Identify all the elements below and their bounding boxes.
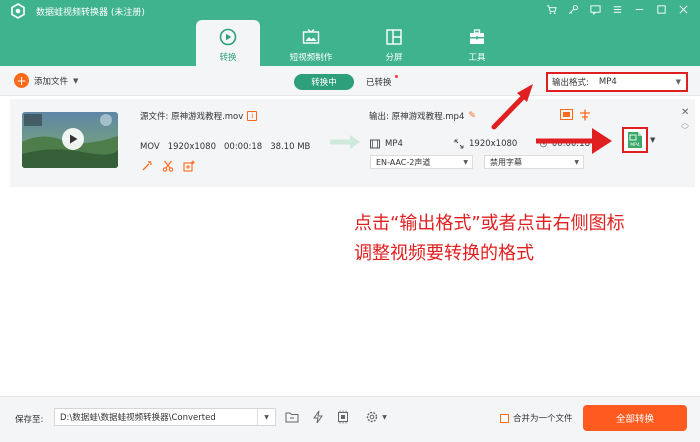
add-icon: + <box>14 73 29 88</box>
mp4-file-icon: MP4 <box>628 132 642 148</box>
chevron-down-icon: ▼ <box>675 78 681 86</box>
annotation-text: 点击“输出格式”或者点击右侧图标 调整视频要转换的格式 <box>354 209 625 269</box>
cart-icon[interactable] <box>544 2 558 16</box>
clock-icon <box>540 140 547 148</box>
resize-icon <box>454 139 464 149</box>
convert-all-button[interactable]: 全部转换 <box>583 405 687 431</box>
convert-icon <box>219 28 237 46</box>
effects-icon[interactable] <box>141 160 153 172</box>
output-format-select[interactable]: 输出格式: MP4 ▼ <box>546 72 688 92</box>
source-file-name: 源文件: 原神游戏教程.mov <box>140 112 244 122</box>
convert-arrow-icon <box>330 135 360 149</box>
video-thumbnail[interactable] <box>22 112 118 168</box>
tab-converting[interactable]: 转换中 <box>294 74 354 90</box>
add-file-button[interactable]: + 添加文件 ▼ <box>14 73 78 88</box>
source-format: MOV <box>140 142 160 152</box>
play-icon[interactable] <box>62 128 84 150</box>
chevron-down-icon: ▼ <box>257 409 275 425</box>
output-meta: MP4 1920x1080 00:00:18 <box>370 139 590 149</box>
output-resolution: 1920x1080 <box>469 139 518 149</box>
key-icon[interactable] <box>566 2 580 16</box>
convert-toolbar: + 添加文件 ▼ 转换中 已转换 输出格式: MP4 ▼ <box>0 66 700 96</box>
edit-tools <box>141 160 195 172</box>
chevron-down-icon[interactable]: ▼ <box>73 77 78 85</box>
format-icon-button[interactable]: MP4 <box>622 127 648 153</box>
tab-short-video-label: 短视频制作 <box>289 53 333 63</box>
output-duration: 00:00:18 <box>551 139 590 149</box>
annotation-line-2: 调整视频要转换的格式 <box>354 243 534 264</box>
bottom-bar: 保存至: D:\数据蛙\数据蛙视频转换器\Converted ▼ ▼ 合并为一个… <box>0 396 700 442</box>
reorder-arrows[interactable]: ︿ ﹀ <box>681 119 689 135</box>
output-format-value: MP4 <box>598 77 617 87</box>
source-file: 源文件: 原神游戏教程.mov i <box>140 110 258 122</box>
source-size: 38.10 MB <box>270 142 311 152</box>
chevron-down-icon[interactable]: ▼ <box>650 136 655 144</box>
edit-icon[interactable] <box>183 160 195 172</box>
app-logo-icon <box>11 3 25 19</box>
toolbox-icon <box>468 28 486 46</box>
file-item: 源文件: 原神游戏教程.mov i MOV 1920x1080 00:00:18… <box>10 99 695 187</box>
output-format-label: 输出格式: <box>552 78 589 88</box>
tab-tools-label: 工具 <box>468 53 486 63</box>
chevron-down-icon: ▼ <box>463 158 468 166</box>
notification-dot <box>395 75 398 78</box>
tv-icon <box>302 28 320 46</box>
window-controls <box>544 2 690 16</box>
cut-icon[interactable] <box>162 160 174 172</box>
film-icon <box>370 139 380 149</box>
tab-converted[interactable]: 已转换 <box>366 76 392 88</box>
output-format: MP4 <box>385 139 403 149</box>
subtitle-value: 禁用字幕 <box>490 157 522 167</box>
settings-icon[interactable]: ▼ <box>361 409 391 425</box>
merge-checkbox[interactable] <box>500 413 509 423</box>
close-icon[interactable] <box>676 2 690 16</box>
chevron-down-icon: ▼ <box>574 158 579 166</box>
merge-icon[interactable] <box>579 109 591 124</box>
feedback-icon[interactable] <box>588 2 602 16</box>
source-meta: MOV 1920x1080 00:00:18 38.10 MB <box>140 142 310 152</box>
menu-icon[interactable] <box>610 2 624 16</box>
save-to-label: 保存至: <box>15 415 44 425</box>
output-tools <box>560 109 591 124</box>
add-file-label: 添加文件 <box>34 76 69 87</box>
minimize-icon[interactable] <box>632 2 646 16</box>
chevron-down-icon: ▼ <box>382 413 387 421</box>
source-resolution: 1920x1080 <box>167 142 216 152</box>
output-file-name: 输出: 原神游戏教程.mp4 <box>369 112 465 122</box>
compress-icon[interactable] <box>560 109 573 124</box>
format-icon-text: MP4 <box>630 142 640 148</box>
remove-file-icon[interactable]: ✕ <box>681 107 689 118</box>
output-file: 输出: 原神游戏教程.mp4 ✎ <box>369 110 476 122</box>
save-path-value: D:\数据蛙\数据蛙视频转换器\Converted <box>60 413 216 423</box>
output-resolution-info: 1920x1080 <box>454 139 540 149</box>
output-format-info: MP4 <box>370 139 454 149</box>
maximize-icon[interactable] <box>654 2 668 16</box>
merge-label: 合并为一个文件 <box>513 414 573 424</box>
gpu-icon[interactable] <box>335 409 351 425</box>
split-screen-icon <box>385 28 403 46</box>
rename-icon[interactable]: ✎ <box>468 111 476 121</box>
app-title: 数据蛙视频转换器 (未注册) <box>36 8 145 18</box>
audio-track-select[interactable]: EN-AAC-2声道 ▼ <box>370 155 473 169</box>
title-bar: 数据蛙视频转换器 (未注册) 转换 短视频制作 分屏 工具 <box>0 0 700 75</box>
info-icon[interactable]: i <box>247 111 258 121</box>
subtitle-select[interactable]: 禁用字幕 ▼ <box>484 155 584 169</box>
annotation-line-1: 点击“输出格式”或者点击右侧图标 <box>354 213 625 234</box>
source-duration: 00:00:18 <box>224 142 263 152</box>
merge-option[interactable]: 合并为一个文件 <box>500 412 573 424</box>
tab-convert-label: 转换 <box>219 53 237 63</box>
output-duration-info: 00:00:18 <box>540 139 590 149</box>
hardware-accel-icon[interactable] <box>310 409 326 425</box>
move-down-icon[interactable]: ﹀ <box>681 127 689 135</box>
save-path-select[interactable]: D:\数据蛙\数据蛙视频转换器\Converted ▼ <box>54 408 276 426</box>
tab-split-screen-label: 分屏 <box>385 53 403 63</box>
audio-track-value: EN-AAC-2声道 <box>376 157 431 167</box>
folder-icon[interactable] <box>284 409 300 425</box>
